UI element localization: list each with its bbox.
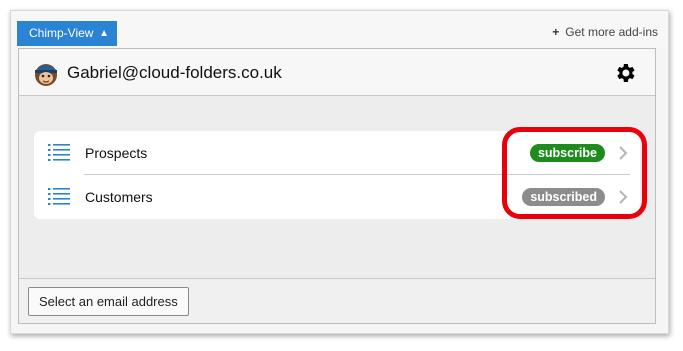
subscribed-badge[interactable]: subscribed [522, 188, 605, 206]
panel-footer: Select an email address [19, 278, 655, 323]
list-icon [48, 188, 70, 205]
addin-window: Chimp-View ▲ + Get more add-ins Gabriel@c… [10, 10, 669, 334]
list-item-customers[interactable]: Customers subscribed [34, 175, 640, 219]
tab-chimp-view[interactable]: Chimp-View ▲ [17, 21, 117, 46]
list-icon [48, 144, 70, 161]
chevron-right-icon[interactable] [618, 189, 628, 205]
tab-label: Chimp-View [29, 26, 94, 40]
panel-header: Gabriel@cloud-folders.co.uk [19, 49, 655, 96]
get-more-addins-link[interactable]: + Get more add-ins [552, 25, 658, 39]
list-item-label: Customers [85, 189, 153, 205]
gear-icon[interactable] [613, 61, 637, 85]
get-more-label: Get more add-ins [565, 25, 658, 39]
list-container: Prospects subscribe Customers subscribed [34, 131, 640, 219]
addin-tab-bar: Chimp-View ▲ + Get more add-ins [11, 11, 668, 47]
list-item-prospects[interactable]: Prospects subscribe [34, 131, 640, 175]
select-email-address-button[interactable]: Select an email address [28, 287, 189, 316]
subscribe-badge[interactable]: subscribe [529, 144, 605, 162]
addin-panel: Gabriel@cloud-folders.co.uk Prospects su… [18, 48, 656, 324]
chevron-up-icon: ▲ [99, 28, 109, 39]
mailchimp-avatar-icon [35, 64, 57, 86]
account-email: Gabriel@cloud-folders.co.uk [67, 63, 282, 82]
plus-icon: + [552, 25, 560, 39]
chevron-right-icon[interactable] [618, 145, 628, 161]
list-item-label: Prospects [85, 145, 148, 161]
